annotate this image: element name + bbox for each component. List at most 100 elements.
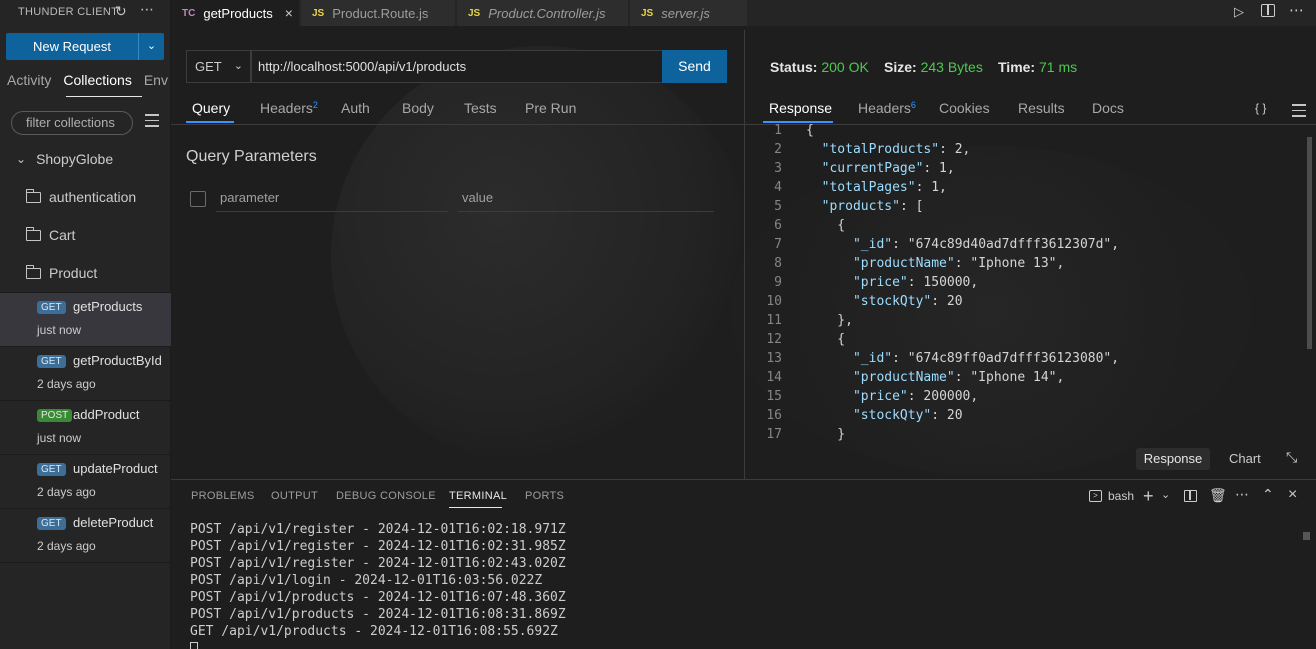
code-line: 10 "stockQty": 20 — [756, 292, 1304, 311]
request-time: 2 days ago — [37, 539, 96, 553]
request-item-deleteproduct[interactable]: GET deleteProduct 2 days ago — [0, 509, 171, 563]
terminal-output[interactable]: POST /api/v1/register - 2024-12-01T16:02… — [190, 521, 566, 649]
chevron-down-icon[interactable]: ⌄ — [1161, 488, 1170, 501]
panel-tab-output[interactable]: OUTPUT — [271, 490, 318, 502]
view-response-button[interactable]: Response — [1136, 448, 1210, 470]
view-chart-button[interactable]: Chart — [1229, 451, 1261, 466]
code-line: 12 { — [756, 330, 1304, 349]
tab-cookies[interactable]: Cookies — [939, 100, 990, 116]
menu-icon[interactable] — [145, 114, 159, 131]
method-select[interactable]: GET ⌄ — [186, 50, 251, 83]
filter-collections-input[interactable]: filter collections — [11, 111, 133, 135]
tab-auth[interactable]: Auth — [341, 100, 370, 116]
trash-icon[interactable]: 🗑 — [1209, 487, 1227, 504]
close-icon[interactable]: × — [1288, 486, 1297, 504]
more-actions-icon[interactable]: ⋯ — [1289, 1, 1304, 19]
tab-label: server.js — [661, 5, 710, 21]
tab-response[interactable]: Response — [769, 100, 832, 116]
expand-icon[interactable]: ⤡ — [1286, 449, 1297, 466]
code-line: 6 { — [756, 216, 1304, 235]
line-number: 11 — [766, 313, 782, 328]
folder-icon — [26, 188, 41, 203]
terminal-line: GET /api/v1/products - 2024-12-01T16:08:… — [190, 624, 558, 639]
folder-cart[interactable]: Cart — [0, 224, 171, 246]
editor-tab-product-controller[interactable]: JS Product.Controller.js — [457, 0, 629, 26]
tab-body[interactable]: Body — [402, 100, 434, 116]
editor-tab-product-route[interactable]: JS Product.Route.js — [301, 0, 456, 26]
scrollbar[interactable] — [1307, 137, 1312, 349]
param-enable-checkbox[interactable] — [190, 191, 206, 207]
editor-tab-bar: TC getProducts × JS Product.Route.js JS … — [171, 0, 1316, 26]
format-braces-icon[interactable]: { } — [1255, 101, 1266, 115]
run-icon[interactable]: ▷ — [1234, 4, 1244, 20]
code-text: "totalPages": 1, — [821, 180, 947, 195]
line-number: 2 — [774, 142, 782, 157]
request-name: deleteProduct — [73, 515, 154, 530]
url-input[interactable]: http://localhost:5000/api/v1/products — [251, 50, 663, 83]
code-text: "totalProducts": 2, — [821, 142, 971, 157]
line-number: 12 — [766, 332, 782, 347]
tab-results[interactable]: Results — [1018, 100, 1065, 116]
value-input[interactable]: value — [462, 190, 493, 205]
request-item-getproducts[interactable]: GET getProducts just now — [0, 293, 171, 347]
folder-authentication[interactable]: authentication — [0, 186, 171, 208]
scrollbar[interactable] — [1303, 532, 1310, 540]
code-line: 9 "price": 150000, — [756, 273, 1304, 292]
line-number: 17 — [766, 427, 782, 442]
tab-headers[interactable]: Headers2 — [260, 100, 318, 116]
method-badge: GET — [37, 301, 66, 314]
tab-activity[interactable]: Activity — [7, 72, 51, 88]
code-text: } — [806, 427, 846, 442]
tab-query[interactable]: Query — [192, 100, 230, 116]
panel-tab-debug-console[interactable]: DEBUG CONSOLE — [336, 490, 436, 502]
chevron-down-icon[interactable]: ⌄ — [138, 33, 164, 60]
panel-tab-problems[interactable]: PROBLEMS — [191, 490, 255, 502]
code-line: 17 } — [756, 425, 1304, 444]
more-actions-icon[interactable]: ⋯ — [1235, 486, 1249, 503]
tab-collections[interactable]: Collections — [63, 72, 131, 88]
panel-splitter[interactable] — [744, 30, 745, 479]
panel-tab-terminal[interactable]: TERMINAL — [449, 490, 507, 502]
folder-label: Cart — [49, 227, 76, 243]
menu-icon[interactable] — [1292, 104, 1306, 121]
method-badge: POST — [37, 409, 73, 422]
editor-tab-server[interactable]: JS server.js — [630, 0, 748, 26]
tab-docs[interactable]: Docs — [1092, 100, 1124, 116]
split-terminal-icon[interactable] — [1184, 490, 1197, 502]
tab-label: getProducts — [203, 5, 273, 21]
parameter-input[interactable]: parameter — [220, 190, 279, 205]
line-number: 3 — [774, 161, 782, 176]
request-item-updateproduct[interactable]: GET updateProduct 2 days ago — [0, 455, 171, 509]
size-info: Size: 243 Bytes — [884, 59, 983, 75]
terminal-line: POST /api/v1/products - 2024-12-01T16:08… — [190, 607, 566, 622]
tab-tests[interactable]: Tests — [464, 100, 497, 116]
tab-env[interactable]: Env — [144, 72, 168, 88]
editor-tab-getproducts[interactable]: TC getProducts × — [171, 0, 300, 26]
tab-pre-run[interactable]: Pre Run — [525, 100, 576, 116]
add-terminal-icon[interactable]: + — [1143, 486, 1154, 507]
request-item-getproductbyid[interactable]: GET getProductById 2 days ago — [0, 347, 171, 401]
folder-label: authentication — [49, 189, 137, 205]
headers-count: 2 — [312, 100, 318, 110]
panel-tab-ports[interactable]: PORTS — [525, 490, 564, 502]
code-line: 4 "totalPages": 1, — [756, 178, 1304, 197]
send-button[interactable]: Send — [662, 50, 727, 83]
refresh-icon[interactable]: ↻ — [115, 3, 127, 20]
line-number: 7 — [774, 237, 782, 252]
split-editor-icon[interactable] — [1261, 4, 1275, 17]
response-body[interactable]: 1{2 "totalProducts": 2, 3 "currentPage": … — [756, 121, 1304, 444]
line-number: 8 — [774, 256, 782, 271]
new-request-button[interactable]: New Request ⌄ — [6, 33, 164, 60]
collection-shopyglobe[interactable]: ⌄ ShopyGlobe — [0, 148, 171, 170]
request-item-addproduct[interactable]: POST addProduct just now — [0, 401, 171, 455]
maximize-panel-icon[interactable]: ⌃ — [1262, 486, 1274, 503]
folder-product[interactable]: Product — [0, 262, 171, 284]
shell-name[interactable]: bash — [1108, 489, 1134, 503]
code-text: "price": 200000, — [852, 389, 979, 404]
active-tab-underline — [186, 121, 234, 123]
close-icon[interactable]: × — [285, 5, 293, 21]
tab-response-headers[interactable]: Headers6 — [858, 100, 916, 116]
time-info: Time: 71 ms — [998, 59, 1078, 75]
more-actions-icon[interactable]: ⋯ — [140, 1, 154, 18]
request-time: 2 days ago — [37, 377, 96, 391]
